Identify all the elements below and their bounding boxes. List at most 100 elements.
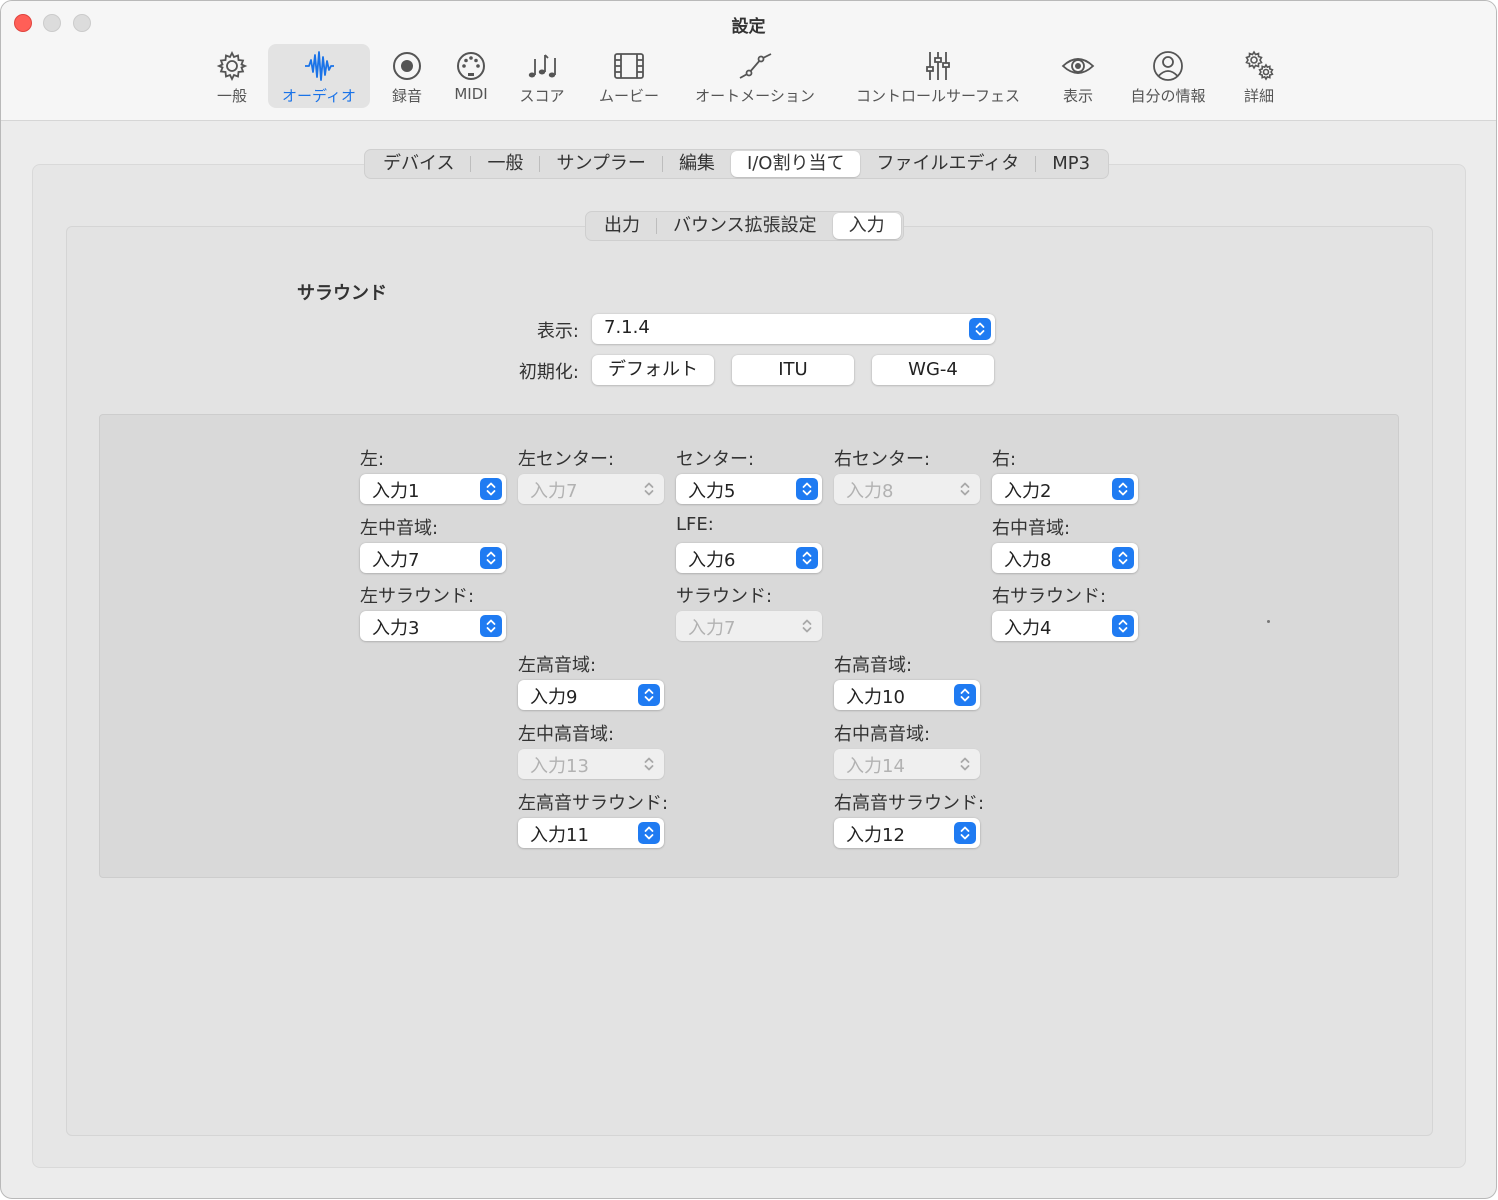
popup-value: 入力8 xyxy=(846,481,894,502)
eye-icon xyxy=(1061,58,1095,74)
init-label: 初期化: xyxy=(518,362,579,383)
channel-label-left-mid-high: 左中高音域: xyxy=(518,724,615,745)
channel-popup-left-mid[interactable]: 入力7 xyxy=(360,543,506,573)
toolbar-view[interactable]: 表示 xyxy=(1053,44,1103,108)
toolbar-general[interactable]: 一般 xyxy=(206,44,258,108)
chevron-updown-icon xyxy=(638,684,660,706)
channel-popup-left[interactable]: 入力1 xyxy=(360,474,506,504)
popup-value: 入力11 xyxy=(530,825,589,846)
chevron-updown-icon xyxy=(796,547,818,569)
channel-label-right-center: 右センター: xyxy=(834,449,931,470)
popup-value: 入力14 xyxy=(846,756,905,777)
channel-popup-right-surround[interactable]: 入力4 xyxy=(992,611,1138,641)
subtab-bounce-extensions[interactable]: バウンス拡張設定 xyxy=(657,213,833,239)
channel-popup-left-high-surround[interactable]: 入力11 xyxy=(518,818,664,848)
toolbar-automation[interactable]: オートメーション xyxy=(685,44,825,108)
toolbar-label: ムービー xyxy=(598,87,659,105)
audio-tabs: デバイス 一般 サンプラー 編集 I/O割り当て ファイルエディタ MP3 xyxy=(364,149,1110,179)
wg4-button[interactable]: WG-4 xyxy=(872,355,994,385)
channel-label-right-high-surround: 右高音サラウンド: xyxy=(834,793,985,814)
tab-general[interactable]: 一般 xyxy=(471,151,539,177)
channel-label-right-surround: 右サラウンド: xyxy=(992,586,1107,607)
stray-dot xyxy=(1267,620,1270,623)
popup-value: 入力10 xyxy=(846,687,905,708)
channel-popup-right-mid-high: 入力14 xyxy=(834,749,980,779)
person-icon xyxy=(1153,51,1183,81)
tab-file-editor[interactable]: ファイルエディタ xyxy=(860,151,1035,177)
gears-icon xyxy=(1245,50,1274,81)
chevron-updown-icon xyxy=(954,478,976,500)
io-subtabs: 出力 バウンス拡張設定 入力 xyxy=(585,211,904,241)
channel-popup-left-surround[interactable]: 入力3 xyxy=(360,611,506,641)
channel-label-left-mid: 左中音域: xyxy=(360,518,439,539)
toolbar-label: MIDI xyxy=(454,85,488,103)
popup-value: 入力3 xyxy=(372,618,420,639)
toolbar-movie[interactable]: ムービー xyxy=(593,44,665,108)
channel-popup-right-high-surround[interactable]: 入力12 xyxy=(834,818,980,848)
tab-io-assignments[interactable]: I/O割り当て xyxy=(730,151,861,177)
display-format-popup[interactable]: 7.1.4 xyxy=(592,314,995,344)
toolbar-control-surfaces[interactable]: コントロールサーフェス xyxy=(843,44,1033,108)
channel-label-right-mid: 右中音域: xyxy=(992,518,1071,539)
channel-popup-left-high[interactable]: 入力9 xyxy=(518,680,664,710)
channel-label-right-mid-high: 右中高音域: xyxy=(834,724,931,745)
chevron-updown-icon xyxy=(796,615,818,637)
record-icon xyxy=(393,52,421,80)
section-title: サラウンド xyxy=(297,283,387,304)
channel-popup-right-mid[interactable]: 入力8 xyxy=(992,543,1138,573)
titlebar: 設定 一般 オーディオ 録音 MIDI スコア ムービー オートメーション コン… xyxy=(1,1,1496,121)
subtab-input[interactable]: 入力 xyxy=(832,213,901,239)
chevron-updown-icon xyxy=(1112,615,1134,637)
channel-label-lfe: LFE: xyxy=(676,514,714,535)
chevron-updown-icon xyxy=(954,753,976,775)
tab-mp3[interactable]: MP3 xyxy=(1036,151,1106,177)
channel-label-left-surround: 左サラウンド: xyxy=(360,586,475,607)
channel-label-surround: サラウンド: xyxy=(676,586,773,607)
popup-value: 入力12 xyxy=(846,825,905,846)
music-notes-icon xyxy=(528,54,556,78)
toolbar-label: 詳細 xyxy=(1243,87,1274,105)
popup-value: 7.1.4 xyxy=(604,317,650,338)
popup-value: 入力1 xyxy=(372,481,420,502)
toolbar-label: オートメーション xyxy=(695,87,815,105)
channel-popup-left-center: 入力7 xyxy=(518,474,664,504)
toolbar-score[interactable]: スコア xyxy=(513,44,571,108)
chevron-updown-icon xyxy=(1112,547,1134,569)
popup-value: 入力7 xyxy=(530,481,578,502)
chevron-updown-icon xyxy=(480,615,502,637)
channel-label-left-high: 左高音域: xyxy=(518,655,597,676)
channel-popup-right-center: 入力8 xyxy=(834,474,980,504)
toolbar-label: 表示 xyxy=(1062,87,1093,105)
itu-button[interactable]: ITU xyxy=(732,355,854,385)
popup-value: 入力8 xyxy=(1004,550,1052,571)
tab-sampler[interactable]: サンプラー xyxy=(540,151,661,177)
toolbar-audio[interactable]: オーディオ xyxy=(268,44,370,108)
channel-popup-center[interactable]: 入力5 xyxy=(676,474,822,504)
toolbar-label: 自分の情報 xyxy=(1130,87,1206,105)
chevron-updown-icon xyxy=(969,318,991,340)
default-button[interactable]: デフォルト xyxy=(592,355,714,385)
channel-popup-left-mid-high: 入力13 xyxy=(518,749,664,779)
channel-popup-right-high[interactable]: 入力10 xyxy=(834,680,980,710)
toolbar-my-info[interactable]: 自分の情報 xyxy=(1121,44,1215,108)
toolbar-midi[interactable]: MIDI xyxy=(447,44,495,108)
chevron-updown-icon xyxy=(1112,478,1134,500)
channel-label-left: 左: xyxy=(360,449,385,470)
tab-devices[interactable]: デバイス xyxy=(367,151,470,177)
toolbar-label: コントロールサーフェス xyxy=(855,87,1021,105)
gear-icon xyxy=(216,50,248,82)
channel-label-center: センター: xyxy=(676,449,755,470)
channel-label-left-high-surround: 左高音サラウンド: xyxy=(518,793,669,814)
chevron-updown-icon xyxy=(480,478,502,500)
tab-edit[interactable]: 編集 xyxy=(663,151,731,177)
popup-value: 入力7 xyxy=(688,618,736,639)
toolbar-label: スコア xyxy=(519,87,565,105)
subtab-output[interactable]: 出力 xyxy=(588,213,656,239)
toolbar-advanced[interactable]: 詳細 xyxy=(1233,44,1285,108)
chevron-updown-icon xyxy=(638,478,660,500)
channel-popup-lfe[interactable]: 入力6 xyxy=(676,543,822,573)
toolbar-record[interactable]: 録音 xyxy=(383,44,431,108)
waveform-icon xyxy=(305,51,334,81)
sliders-icon xyxy=(926,52,950,80)
channel-popup-right[interactable]: 入力2 xyxy=(992,474,1138,504)
